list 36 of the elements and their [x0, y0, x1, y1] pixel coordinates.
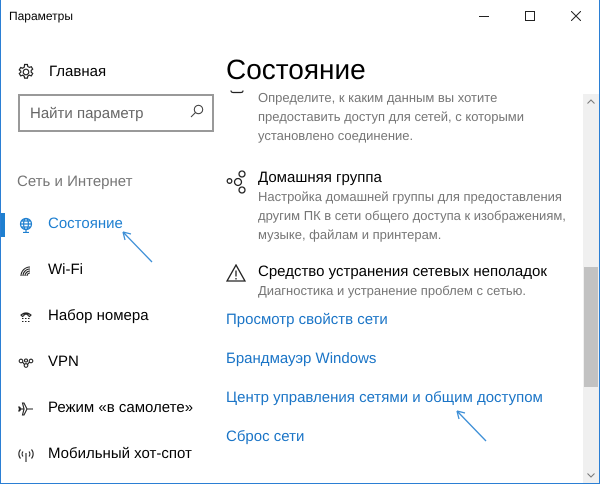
maximize-icon	[525, 11, 535, 21]
item-title[interactable]: Домашняя группа	[258, 168, 578, 187]
search-icon	[190, 104, 204, 118]
nav-item[interactable]: Набор номера	[1, 294, 213, 340]
nav-item[interactable]: Состояние	[1, 202, 213, 248]
scrollbar-thumb[interactable]	[584, 267, 598, 387]
nav-item[interactable]: VPN	[1, 340, 213, 386]
nav-item[interactable]: Wi-Fi	[1, 248, 213, 294]
scroll-down-icon[interactable]	[587, 473, 595, 478]
nav-item[interactable]: Режим «в самолете»	[1, 386, 213, 432]
globe-icon	[18, 216, 34, 232]
section-label: Сеть и Интернет	[17, 172, 134, 192]
settings-link[interactable]: Брандмауэр Windows	[226, 349, 376, 369]
settings-icon	[17, 63, 35, 81]
scrollbar[interactable]	[583, 94, 599, 483]
airplane-icon	[18, 402, 34, 416]
item-description: Диагностика и устранение проблем с сетью.	[258, 282, 528, 300]
close-icon	[571, 11, 581, 21]
window-title: Параметры	[9, 8, 73, 25]
item-description: Настройка домашней группы для предоставления другим ПК в сети общего доступа к изображениям, музыке, файлам и принтерам.	[258, 188, 567, 244]
wifi-icon	[19, 264, 33, 276]
scroll-up-icon[interactable]	[587, 99, 595, 104]
vpn-icon	[18, 358, 34, 368]
warning-icon	[226, 264, 246, 282]
settings-link[interactable]: Центр управления сетями и общим доступом	[226, 388, 543, 408]
homegroup-icon	[226, 170, 248, 194]
curve-icon	[230, 90, 244, 94]
settings-link[interactable]: Просмотр свойств сети	[226, 310, 388, 330]
page-heading: Состояние	[226, 53, 367, 87]
item-title[interactable]: Средство устранения сетевых неполадок	[258, 262, 578, 281]
item-description: Определите, к каким данным вы хотите предоставить доступ для сетей, с которыми установлено соединение.	[258, 89, 525, 145]
settings-link[interactable]: Сброс сети	[226, 427, 304, 447]
antenna-icon	[18, 448, 34, 462]
home-link[interactable]: Главная	[49, 60, 106, 84]
nav-item[interactable]: Мобильный хот-спот	[1, 432, 213, 478]
search-field[interactable]: Найти параметр	[18, 94, 214, 132]
